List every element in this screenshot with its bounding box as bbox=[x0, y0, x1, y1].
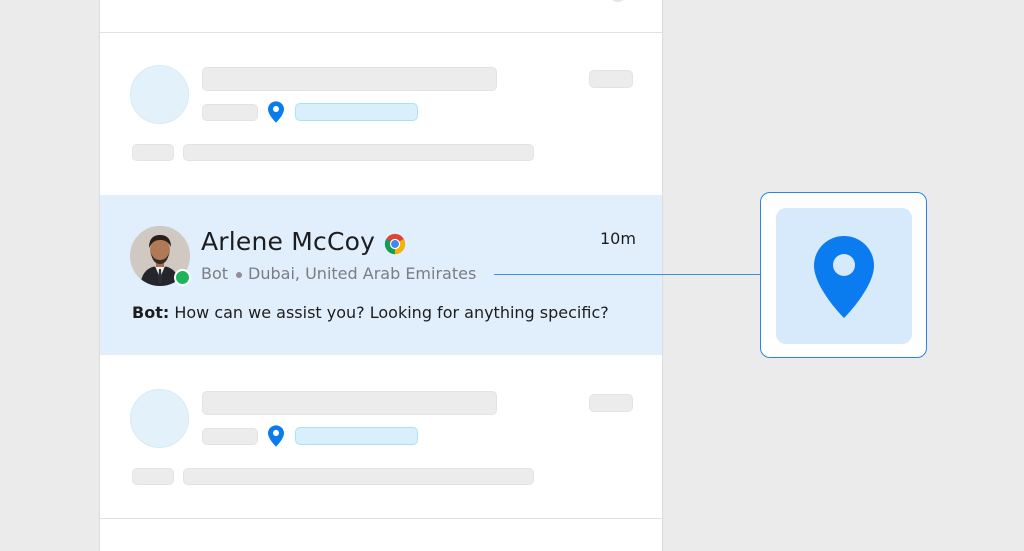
map-pin-icon bbox=[814, 236, 874, 318]
placeholder-sender bbox=[132, 468, 174, 485]
placeholder-source bbox=[202, 104, 258, 121]
conversation-list: Arlene McCoy 10m Bot Dubai, United Arab E… bbox=[99, 0, 663, 551]
placeholder-message bbox=[183, 144, 534, 161]
placeholder-location bbox=[295, 427, 418, 445]
chrome-icon bbox=[384, 233, 406, 255]
last-activity-time: 10m bbox=[600, 229, 636, 248]
callout-connector bbox=[494, 274, 762, 275]
placeholder-name bbox=[202, 67, 497, 91]
placeholder-sender bbox=[132, 144, 174, 161]
separator-dot bbox=[236, 271, 243, 278]
source-label: Bot bbox=[201, 264, 229, 283]
partial-icon bbox=[610, 0, 626, 2]
placeholder-time bbox=[589, 70, 633, 88]
location-label: Dubai, United Arab Emirates bbox=[248, 264, 477, 283]
placeholder-source bbox=[202, 428, 258, 445]
contact-name: Arlene McCoy bbox=[201, 227, 376, 256]
location-callout-inner bbox=[776, 208, 912, 344]
divider bbox=[100, 518, 662, 519]
online-status-dot bbox=[174, 269, 191, 286]
placeholder-message bbox=[183, 468, 534, 485]
placeholder-avatar bbox=[130, 65, 189, 124]
visitor-meta: Bot Dubai, United Arab Emirates bbox=[201, 264, 476, 283]
message-sender: Bot: bbox=[132, 303, 170, 322]
placeholder-location bbox=[295, 103, 418, 121]
last-message: Bot: How can we assist you? Looking for … bbox=[132, 303, 609, 322]
placeholder-row bbox=[100, 33, 662, 193]
message-text: How can we assist you? Looking for anyth… bbox=[169, 303, 609, 322]
conversation-row-active[interactable]: Arlene McCoy 10m Bot Dubai, United Arab E… bbox=[100, 195, 662, 355]
placeholder-row bbox=[100, 357, 662, 517]
placeholder-time bbox=[589, 394, 633, 412]
map-pin-icon bbox=[268, 101, 284, 123]
map-pin-icon bbox=[268, 425, 284, 447]
location-callout bbox=[760, 192, 927, 358]
placeholder-avatar bbox=[130, 389, 189, 448]
placeholder-name bbox=[202, 391, 497, 415]
